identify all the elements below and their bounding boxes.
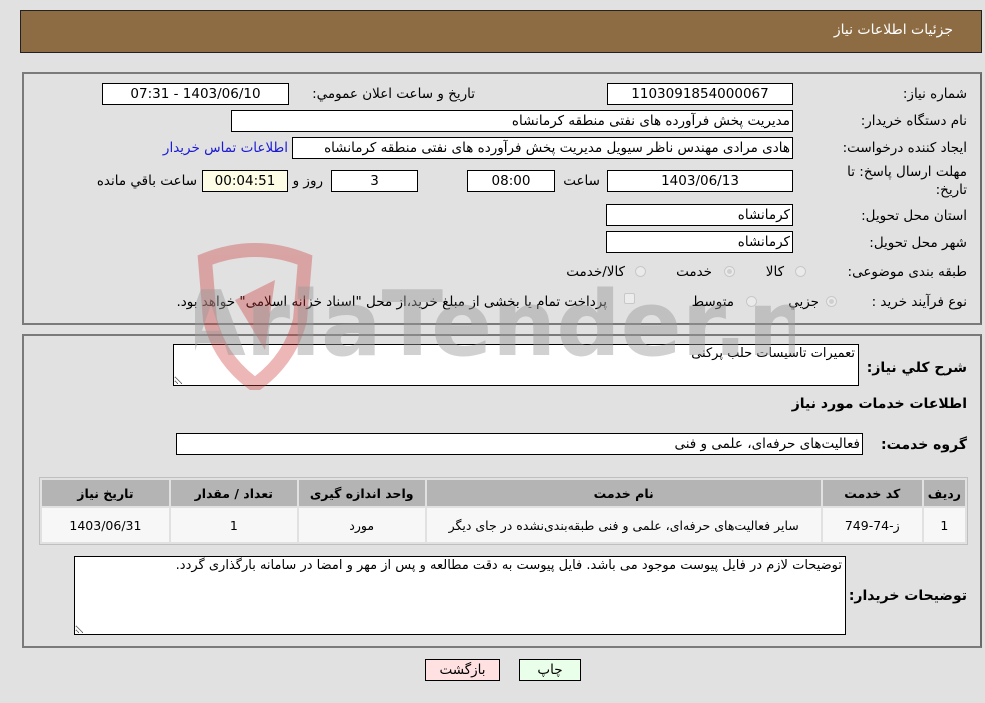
creator-label: ايجاد كننده درخواست: xyxy=(842,140,967,156)
creator-field: هادى مرادى مهندس ناظر سيويل مديريت پخش ف… xyxy=(292,137,793,159)
print-button[interactable]: چاپ xyxy=(519,659,581,681)
cell-service-name: ساير فعاليت‌هاى حرفه‌اى، علمى و فنى طبقه… xyxy=(426,508,821,542)
deadline-label-line2: تاريخ: xyxy=(935,182,967,198)
services-table: رديف كد خدمت نام خدمت واحد اندازه گيرى ت… xyxy=(39,477,968,545)
category-option-goods: كالا xyxy=(765,264,784,280)
city-label: شهر محل تحويل: xyxy=(869,235,967,251)
category-radio-goods-service[interactable] xyxy=(635,266,646,277)
announce-label: تاریخ و ساعت اعلان عمومي: xyxy=(312,86,475,102)
time-label: ساعت xyxy=(563,173,600,189)
category-radio-goods[interactable] xyxy=(795,266,806,277)
buyer-notes-textarea[interactable] xyxy=(74,556,846,635)
service-group-field: فعاليت‌هاى حرفه‌اى، علمى و فنى xyxy=(176,433,863,455)
deadline-time-field: 08:00 xyxy=(467,170,555,192)
buyer-org-label: نام دستگاه خريدار: xyxy=(860,113,967,129)
col-unit: واحد اندازه گيرى xyxy=(298,480,425,506)
payment-note: پرداخت تمام يا بخشى از مبلغ خريد،از محل … xyxy=(176,294,607,310)
buyer-org-field: مديريت پخش فرآورده هاى نفتى منطقه كرمانش… xyxy=(231,110,793,132)
buyer-notes-label: توضيحات خريدار: xyxy=(848,588,967,604)
service-group-label: گروه خدمت: xyxy=(881,437,967,453)
need-number-label: شماره نیاز: xyxy=(902,86,967,102)
province-field: كرمانشاه xyxy=(606,204,793,226)
col-service-name: نام خدمت xyxy=(426,480,821,506)
col-need-date: تاريخ نياز xyxy=(42,480,169,506)
back-button[interactable]: بازگشت xyxy=(425,659,500,681)
cell-row-number: 1 xyxy=(923,508,965,542)
remaining-label: ساعت باقي مانده xyxy=(96,173,197,189)
process-option-minor: جزيي xyxy=(788,294,819,310)
page-header: جزئیات اطلاعات نیاز xyxy=(20,10,982,53)
cell-service-code: ز-74-749 xyxy=(822,508,922,542)
col-row-number: رديف xyxy=(923,480,965,506)
services-heading: اطلاعات خدمات مورد نياز xyxy=(791,396,967,412)
page-title: جزئیات اطلاعات نیاز xyxy=(833,22,953,38)
process-label: نوع فرآيند خريد : xyxy=(871,294,967,310)
city-field: كرمانشاه xyxy=(606,231,793,253)
summary-textarea[interactable] xyxy=(173,344,859,386)
days-remaining-field: 3 xyxy=(331,170,418,192)
category-option-goods-service: كالا/خدمت xyxy=(566,264,625,280)
announce-datetime-field: 1403/06/10 - 07:31 xyxy=(102,83,289,105)
category-label: طبقه بندى موضوعى: xyxy=(847,264,967,280)
cell-quantity: 1 xyxy=(170,508,297,542)
col-service-code: كد خدمت xyxy=(822,480,922,506)
category-option-service: خدمت xyxy=(676,264,712,280)
cell-need-date: 1403/06/31 xyxy=(42,508,169,542)
deadline-label-line1: مهلت ارسال پاسخ: تا xyxy=(847,164,967,180)
province-label: استان محل تحويل: xyxy=(861,208,967,224)
process-radio-medium[interactable] xyxy=(746,296,757,307)
summary-label: شرح كلي نياز: xyxy=(866,360,967,376)
deadline-date-field: 1403/06/13 xyxy=(607,170,793,192)
category-radio-service[interactable] xyxy=(724,266,735,277)
col-quantity: تعداد / مقدار xyxy=(170,480,297,506)
table-row: 1 ز-74-749 ساير فعاليت‌هاى حرفه‌اى، علمى… xyxy=(42,508,965,542)
process-option-medium: متوسط xyxy=(691,294,734,310)
treasury-checkbox[interactable] xyxy=(624,293,635,304)
days-label: روز و xyxy=(292,173,323,189)
services-table-header: رديف كد خدمت نام خدمت واحد اندازه گيرى ت… xyxy=(42,480,965,506)
need-number-field: 1103091854000067 xyxy=(607,83,793,105)
remaining-time-field: 00:04:51 xyxy=(202,170,288,192)
process-radio-minor[interactable] xyxy=(826,296,837,307)
cell-unit: مورد xyxy=(298,508,425,542)
buyer-contact-link[interactable]: اطلاعات تماس خريدار xyxy=(163,140,288,156)
